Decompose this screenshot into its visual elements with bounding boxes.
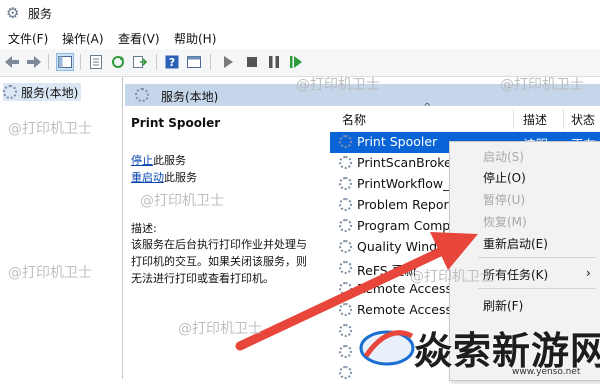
watermark-text: @打印机卫士 bbox=[410, 269, 494, 285]
watermark-text: @打印机卫士 bbox=[140, 193, 224, 209]
watermark-text: @打印机卫士 bbox=[8, 121, 92, 137]
watermark-text: @打印机卫士 bbox=[8, 265, 92, 281]
logo-url: www.yenso.net bbox=[512, 367, 581, 377]
watermark-text: @打印机卫士 bbox=[178, 321, 262, 337]
watermark-text: @打印机卫士 bbox=[500, 77, 584, 93]
site-logo: 焱索新游网 www.yenso.net bbox=[352, 312, 600, 379]
watermark-text: @打印机卫士 bbox=[296, 77, 380, 93]
logo-swoosh-icon bbox=[359, 330, 415, 366]
